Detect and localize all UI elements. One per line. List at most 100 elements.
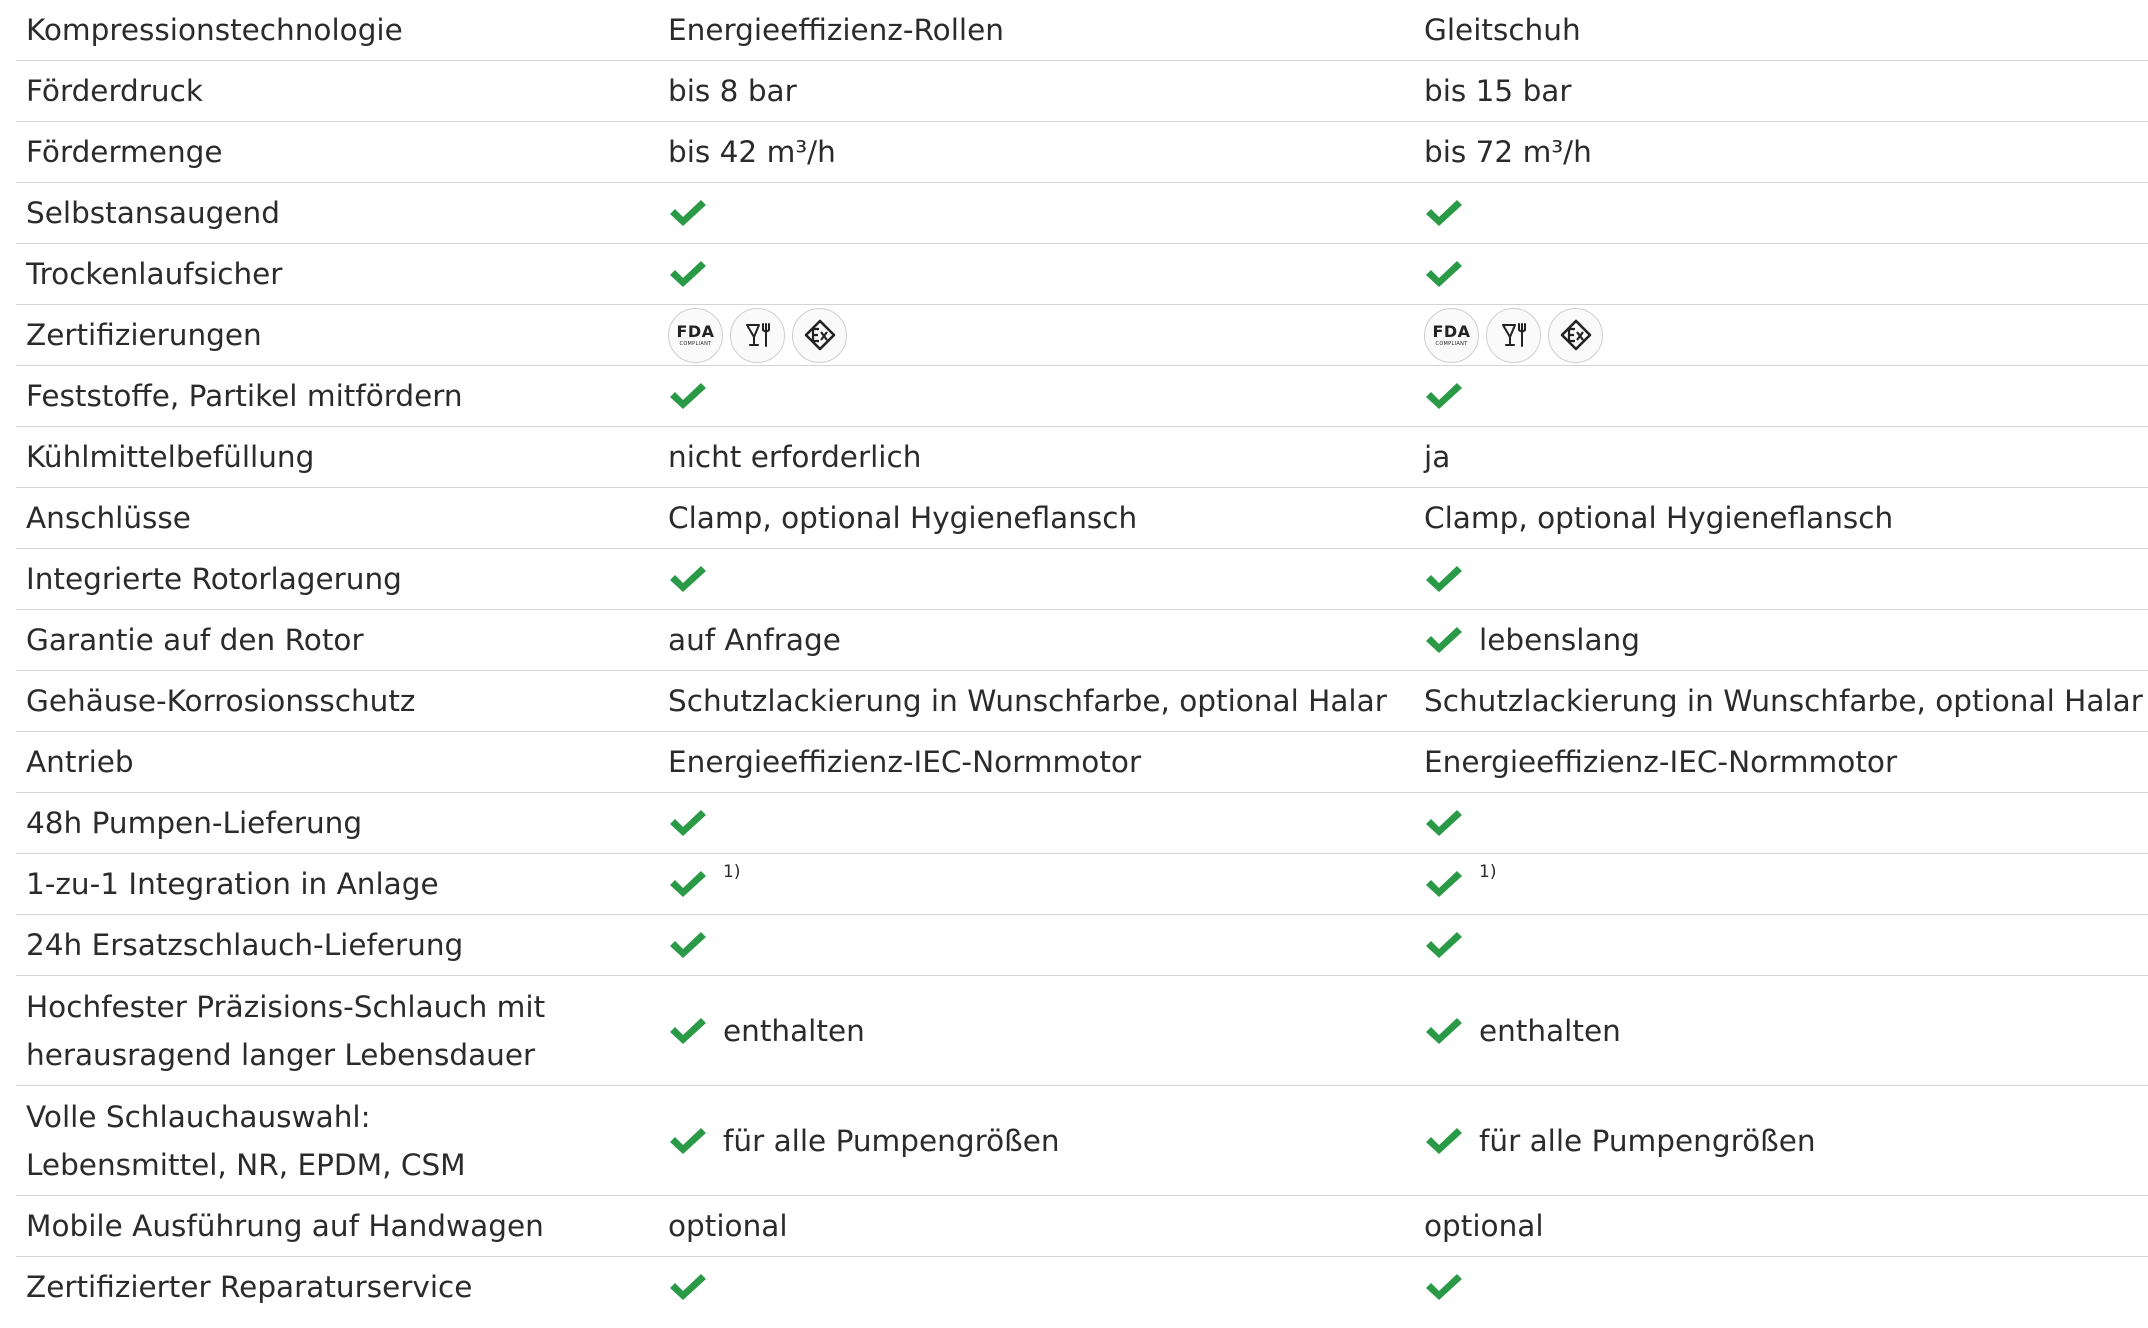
table-row: Fördermenge bis 42 m³/h bis 72 m³/h [16, 122, 2148, 183]
checkmark-icon [668, 1126, 708, 1156]
fda-compliant-icon: FDA COMPLIANT [668, 307, 723, 363]
cell-content [668, 183, 1414, 243]
cell-content: 1) [668, 854, 1414, 914]
row-label-text: Antrieb [26, 745, 134, 779]
cell-energieeffizienz-rollen: FDA COMPLIANT [658, 305, 1414, 366]
table-header-row: Kompressionstechnologie Energieeffizienz… [16, 0, 2148, 61]
fda-mark-sub: COMPLIANT [679, 340, 712, 347]
cell-content [668, 1257, 1414, 1317]
cell-value: bis 72 m³/h [1424, 135, 1592, 169]
cell-content [668, 244, 1414, 304]
cell-gleitschuh: bis 72 m³/h [1414, 122, 2148, 183]
cell-value: bis 42 m³/h [668, 135, 836, 169]
row-label: Selbstansaugend [16, 183, 658, 244]
cell-content [668, 915, 1414, 975]
cell-value: enthalten [1479, 1013, 1621, 1048]
row-label: Kühlmittelbefüllung [16, 427, 658, 488]
row-label: Trockenlaufsicher [16, 244, 658, 305]
checkmark-icon [668, 1272, 708, 1302]
row-label: Feststoffe, Partikel mitfördern [16, 366, 658, 427]
cell-value: optional [668, 1209, 788, 1243]
cell-gleitschuh [1414, 549, 2148, 610]
row-label: Garantie auf den Rotor [16, 610, 658, 671]
checkmark-icon [1424, 1272, 1464, 1302]
row-label-text-line2: Lebensmittel, NR, EPDM, CSM [26, 1147, 466, 1182]
table-row: Kühlmittelbefüllung nicht erforderlich ja [16, 427, 2148, 488]
cell-content [1424, 1257, 2148, 1317]
comparison-page: Kompressionstechnologie Energieeffizienz… [0, 0, 2148, 1328]
cell-gleitschuh [1414, 244, 2148, 305]
checkmark-icon [668, 869, 708, 899]
checkmark-icon [1424, 625, 1464, 655]
cell-gleitschuh: für alle Pumpengrößen [1414, 1086, 2148, 1196]
cell-value: lebenslang [1479, 623, 1640, 657]
row-label-text: 1-zu-1 Integration in Anlage [26, 867, 439, 901]
cell-energieeffizienz-rollen: Schutzlackierung in Wunschfarbe, optiona… [658, 671, 1414, 732]
table-row: Antrieb Energieeffizienz-IEC-Normmotor Ene… [16, 732, 2148, 793]
table-row: 48h Pumpen-Lieferung [16, 793, 2148, 854]
cell-content [1424, 915, 2148, 975]
row-label: Volle Schlauchauswahl: Lebensmittel, NR, … [16, 1086, 658, 1196]
cell-content: 1) [1424, 854, 2148, 914]
row-label-text: 24h Ersatzschlauch-Lieferung [26, 928, 464, 962]
checkmark-icon [1424, 1016, 1464, 1046]
fda-mark: FDA COMPLIANT [1432, 323, 1470, 347]
row-label: Mobile Ausführung auf Handwagen [16, 1196, 658, 1257]
checkmark-icon [1424, 564, 1464, 594]
row-label-text: Zertifizierungen [26, 318, 262, 352]
cell-energieeffizienz-rollen: enthalten [658, 976, 1414, 1086]
cell-content: auf Anfrage [668, 610, 1414, 670]
cell-content [668, 366, 1414, 426]
certification-badges: FDA COMPLIANT [1424, 307, 1603, 363]
cell-gleitschuh [1414, 366, 2148, 427]
cell-value: Clamp, optional Hygieneflansch [668, 501, 1138, 535]
cell-value: bis 15 bar [1424, 74, 1572, 108]
cell-value: Schutzlackierung in Wunschfarbe, optiona… [668, 684, 1387, 718]
cell-energieeffizienz-rollen [658, 1257, 1414, 1318]
cell-content [1424, 366, 2148, 426]
row-label-text: Mobile Ausführung auf Handwagen [26, 1209, 544, 1243]
cell-content: Energieeffizienz-IEC-Normmotor [668, 732, 1414, 792]
checkmark-icon [1424, 808, 1464, 838]
cell-energieeffizienz-rollen: bis 42 m³/h [658, 122, 1414, 183]
cell-energieeffizienz-rollen [658, 366, 1414, 427]
cell-content: lebenslang [1424, 610, 2148, 670]
cell-value: optional [1424, 1209, 1544, 1243]
cell-value: Clamp, optional Hygieneflansch [1424, 501, 1894, 535]
cell-energieeffizienz-rollen: optional [658, 1196, 1414, 1257]
table-row: 24h Ersatzschlauch-Lieferung [16, 915, 2148, 976]
cell-gleitschuh: enthalten [1414, 976, 2148, 1086]
row-label: 1-zu-1 Integration in Anlage [16, 854, 658, 915]
row-label-text: 48h Pumpen-Lieferung [26, 806, 363, 840]
header-gleitschuh: Gleitschuh [1424, 13, 1581, 47]
row-label: Gehäuse-Korrosionsschutz [16, 671, 658, 732]
cell-gleitschuh: Clamp, optional Hygieneflansch [1414, 488, 2148, 549]
cell-value: Schutzlackierung in Wunschfarbe, optiona… [1424, 684, 2143, 718]
checkmark-icon [1424, 869, 1464, 899]
cell-value: bis 8 bar [668, 74, 797, 108]
checkmark-icon [1424, 259, 1464, 289]
certification-badges: FDA COMPLIANT [668, 307, 847, 363]
cell-content [1424, 183, 2148, 243]
cell-gleitschuh: Schutzlackierung in Wunschfarbe, optiona… [1414, 671, 2148, 732]
cell-energieeffizienz-rollen: Energieeffizienz-IEC-Normmotor [658, 732, 1414, 793]
cell-content: für alle Pumpengrößen [1424, 1086, 2148, 1195]
fda-mark-sub: COMPLIANT [1435, 340, 1468, 347]
cell-content: optional [668, 1196, 1414, 1256]
checkmark-icon [1424, 1126, 1464, 1156]
cell-content: bis 42 m³/h [668, 122, 1414, 182]
cell-gleitschuh: 1) [1414, 854, 2148, 915]
cell-content: enthalten [1424, 976, 2148, 1085]
table-row: Volle Schlauchauswahl: Lebensmittel, NR, … [16, 1086, 2148, 1196]
cell-content [1424, 244, 2148, 304]
table-row: Anschlüsse Clamp, optional Hygieneflansch… [16, 488, 2148, 549]
comparison-table: Kompressionstechnologie Energieeffizienz… [16, 0, 2148, 1317]
cell-gleitschuh: Energieeffizienz-IEC-Normmotor [1414, 732, 2148, 793]
ex-protection-icon [1548, 307, 1603, 363]
table-row: Integrierte Rotorlagerung [16, 549, 2148, 610]
cell-value: für alle Pumpengrößen [1479, 1123, 1816, 1158]
table-row: Mobile Ausführung auf Handwagen optional o… [16, 1196, 2148, 1257]
cell-energieeffizienz-rollen: nicht erforderlich [658, 427, 1414, 488]
row-label: Fördermenge [16, 122, 658, 183]
fda-compliant-icon: FDA COMPLIANT [1424, 307, 1479, 363]
